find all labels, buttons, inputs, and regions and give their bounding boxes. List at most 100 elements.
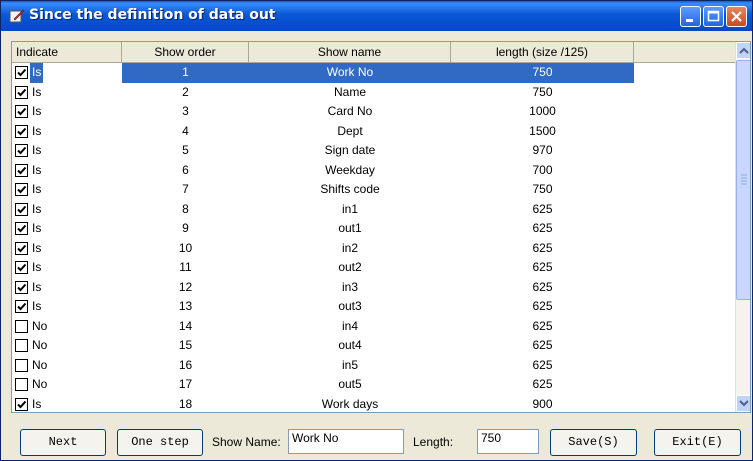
table-row[interactable]: Is 13 out3 625 bbox=[12, 297, 735, 317]
column-header-indicate[interactable]: Indicate bbox=[12, 42, 122, 62]
indicate-checkbox[interactable] bbox=[15, 85, 28, 99]
length-cell: 1500 bbox=[529, 123, 556, 138]
indicate-checkbox[interactable] bbox=[15, 144, 28, 157]
indicate-cell: No bbox=[12, 336, 122, 356]
show-name-cell: in2 bbox=[341, 240, 358, 255]
title-bar[interactable]: Since the definition of data out bbox=[1, 1, 752, 31]
table-row[interactable]: No 15 out4 625 bbox=[12, 336, 735, 356]
table-row[interactable]: Is 5 Sign date 970 bbox=[12, 141, 735, 161]
show-order-cell: 8 bbox=[182, 201, 189, 216]
scroll-down-button[interactable] bbox=[736, 395, 750, 412]
length-cell: 625 bbox=[532, 377, 553, 391]
show-name-input[interactable]: Work No bbox=[288, 429, 404, 454]
indicate-cell: Is bbox=[12, 141, 122, 161]
indicate-checkbox[interactable] bbox=[15, 300, 28, 313]
checkmark-icon bbox=[17, 283, 27, 291]
minimize-button[interactable] bbox=[680, 6, 701, 27]
indicate-cell: Is bbox=[12, 83, 122, 103]
close-button[interactable] bbox=[726, 6, 747, 27]
length-input[interactable]: 750 bbox=[477, 429, 539, 454]
show-order-cell: 11 bbox=[179, 260, 192, 274]
indicate-checkbox[interactable] bbox=[15, 339, 28, 352]
indicate-checkbox[interactable] bbox=[15, 319, 28, 333]
show-name-cell: Shifts code bbox=[320, 182, 380, 196]
next-button[interactable]: Next bbox=[20, 429, 106, 456]
table-row[interactable]: Is 6 Weekday 700 bbox=[12, 161, 735, 181]
indicate-text: Is bbox=[32, 162, 42, 177]
length-cell: 625 bbox=[532, 338, 553, 352]
indicate-text: Is bbox=[30, 63, 44, 83]
table-row[interactable]: Is 11 out2 625 bbox=[12, 258, 735, 278]
table-row[interactable]: Is 10 in2 625 bbox=[12, 239, 735, 259]
column-header-length[interactable]: length (size /125) bbox=[451, 42, 634, 62]
indicate-text: Is bbox=[32, 84, 42, 99]
show-order-cell: 4 bbox=[182, 123, 189, 138]
show-name-cell: Work days bbox=[321, 396, 379, 411]
show-order-cell: 14 bbox=[178, 318, 193, 333]
checkmark-icon bbox=[17, 146, 27, 155]
indicate-cell: Is bbox=[12, 219, 122, 239]
table-row[interactable]: No 16 in5 625 bbox=[12, 356, 735, 376]
indicate-text: No bbox=[32, 357, 48, 372]
show-name-cell: Work No bbox=[249, 63, 451, 83]
indicate-text: No bbox=[32, 318, 48, 333]
indicate-checkbox[interactable] bbox=[15, 222, 28, 235]
window-title: Since the definition of data out bbox=[29, 7, 276, 23]
indicate-cell: Is bbox=[12, 200, 122, 220]
bottom-toolbar: Next One step Show Name: Work No Length:… bbox=[1, 417, 752, 461]
exit-button[interactable]: Exit(E) bbox=[654, 429, 741, 456]
table-row[interactable]: Is 3 Card No 1000 bbox=[12, 102, 735, 122]
chevron-down-icon bbox=[739, 400, 749, 407]
indicate-checkbox[interactable] bbox=[15, 378, 28, 391]
show-order-cell: 15 bbox=[178, 338, 193, 352]
indicate-checkbox[interactable] bbox=[15, 280, 28, 294]
indicate-checkbox[interactable] bbox=[15, 397, 28, 411]
indicate-checkbox[interactable] bbox=[15, 163, 28, 177]
indicate-checkbox[interactable] bbox=[15, 124, 28, 138]
checkmark-icon bbox=[17, 107, 27, 116]
table-row[interactable]: Is 12 in3 625 bbox=[12, 278, 735, 298]
indicate-cell: No bbox=[12, 375, 122, 395]
fields-grid[interactable]: Indicate Show order Show name length (si… bbox=[11, 41, 751, 413]
length-cell: 625 bbox=[532, 279, 553, 294]
indicate-text: Is bbox=[32, 143, 42, 157]
checkmark-icon bbox=[17, 185, 27, 194]
vertical-scrollbar[interactable] bbox=[735, 42, 750, 412]
show-order-cell: 6 bbox=[182, 162, 189, 177]
indicate-text: Is bbox=[32, 279, 42, 294]
table-row[interactable]: Is 1 Work No 750 bbox=[12, 63, 735, 83]
column-header-show-name[interactable]: Show name bbox=[249, 42, 451, 62]
scroll-up-button[interactable] bbox=[736, 42, 750, 59]
indicate-checkbox[interactable] bbox=[15, 358, 28, 372]
table-row[interactable]: Is 7 Shifts code 750 bbox=[12, 180, 735, 200]
one-step-button[interactable]: One step bbox=[117, 429, 203, 456]
maximize-button[interactable] bbox=[703, 6, 724, 27]
table-row[interactable]: Is 4 Dept 1500 bbox=[12, 122, 735, 142]
length-cell: 750 bbox=[451, 63, 634, 83]
table-row[interactable]: No 17 out5 625 bbox=[12, 375, 735, 395]
indicate-cell: Is bbox=[12, 63, 122, 83]
show-name-cell: in4 bbox=[341, 318, 358, 333]
table-row[interactable]: Is 18 Work days 900 bbox=[12, 395, 735, 413]
column-header-show-order[interactable]: Show order bbox=[122, 42, 249, 62]
indicate-text: Is bbox=[32, 201, 42, 216]
table-row[interactable]: No 14 in4 625 bbox=[12, 317, 735, 337]
table-row[interactable]: Is 9 out1 625 bbox=[12, 219, 735, 239]
save-button[interactable]: Save(S) bbox=[550, 429, 637, 456]
indicate-cell: Is bbox=[12, 395, 122, 413]
indicate-checkbox[interactable] bbox=[15, 105, 28, 118]
table-row[interactable]: Is 8 in1 625 bbox=[12, 200, 735, 220]
table-row[interactable]: Is 2 Name 750 bbox=[12, 83, 735, 103]
indicate-checkbox[interactable] bbox=[15, 202, 28, 216]
checkmark-icon bbox=[17, 302, 27, 311]
show-order-cell: 1 bbox=[122, 63, 249, 83]
dialog-window: Since the definition of data out Indicat… bbox=[0, 0, 753, 461]
indicate-checkbox[interactable] bbox=[15, 261, 28, 274]
scroll-thumb[interactable] bbox=[736, 60, 750, 300]
indicate-text: No bbox=[32, 338, 48, 352]
indicate-text: Is bbox=[32, 260, 42, 274]
indicate-checkbox[interactable] bbox=[15, 66, 28, 79]
indicate-checkbox[interactable] bbox=[15, 241, 28, 255]
length-cell: 750 bbox=[532, 182, 553, 196]
indicate-checkbox[interactable] bbox=[15, 183, 28, 196]
